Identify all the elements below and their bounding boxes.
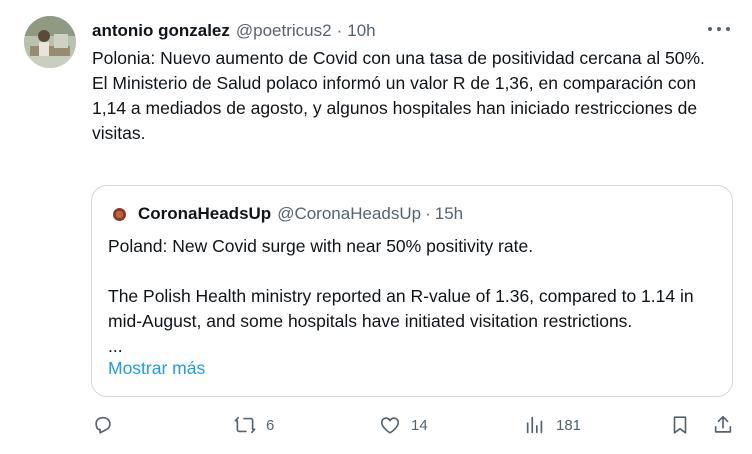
avatar-image [24, 16, 76, 68]
quoted-line: The Polish Health ministry reported an R… [108, 286, 694, 331]
heart-icon [380, 417, 400, 434]
tweet-text: Polonia: Nuevo aumento de Covid con una … [92, 46, 722, 146]
share-button[interactable] [712, 410, 734, 440]
views-icon [526, 416, 543, 434]
tweet-text-paragraph: Polonia: Nuevo aumento de Covid con una … [92, 48, 705, 68]
quoted-tweet-header: CoronaHeadsUp @CoronaHeadsUp · 15h [110, 204, 463, 224]
more-dot [726, 27, 730, 31]
bookmark-icon [673, 416, 687, 434]
quoted-display-name: CoronaHeadsUp [138, 204, 272, 223]
quoted-timestamp: 15h [434, 204, 464, 223]
action-bar: 6 14 181 [92, 410, 737, 440]
separator-dot: · [425, 204, 431, 223]
quoted-line: Poland: New Covid surge with near 50% po… [108, 236, 534, 256]
views-count: 181 [556, 416, 582, 434]
avatar[interactable] [24, 16, 76, 68]
tweet-header: antonio gonzalez @poetricus2 · 10h [92, 19, 376, 43]
retweet-icon [234, 416, 256, 434]
quoted-handle: @CoronaHeadsUp [277, 204, 422, 223]
tweet[interactable]: antonio gonzalez @poetricus2 · 10h Polon… [0, 0, 752, 454]
retweet-count: 6 [266, 416, 275, 434]
quoted-avatar [113, 207, 126, 221]
like-button[interactable]: 14 [379, 410, 428, 440]
author-display-name[interactable]: antonio gonzalez [92, 21, 230, 41]
quoted-tweet-text: Poland: New Covid surge with near 50% po… [108, 234, 718, 359]
like-count: 14 [411, 416, 428, 434]
show-more-link[interactable]: Mostrar más [108, 358, 205, 379]
tweet-text-paragraph: El Ministerio de Salud polaco informó un… [92, 73, 698, 143]
separator-dot: · [336, 21, 343, 40]
quoted-ellipsis: ... [108, 336, 123, 356]
more-icon[interactable] [708, 22, 730, 36]
more-dot [708, 27, 712, 31]
reply-icon [95, 416, 111, 434]
quoted-tweet[interactable]: CoronaHeadsUp @CoronaHeadsUp · 15h Polan… [91, 185, 733, 397]
more-dot [717, 27, 721, 31]
author-handle[interactable]: @poetricus2 [236, 21, 332, 41]
retweet-button[interactable]: 6 [234, 410, 274, 440]
views-button[interactable]: 181 [524, 410, 581, 440]
bookmark-button[interactable] [669, 410, 691, 440]
reply-button[interactable] [92, 410, 124, 440]
tweet-timestamp[interactable]: 10h [347, 21, 375, 41]
share-icon [714, 415, 732, 433]
